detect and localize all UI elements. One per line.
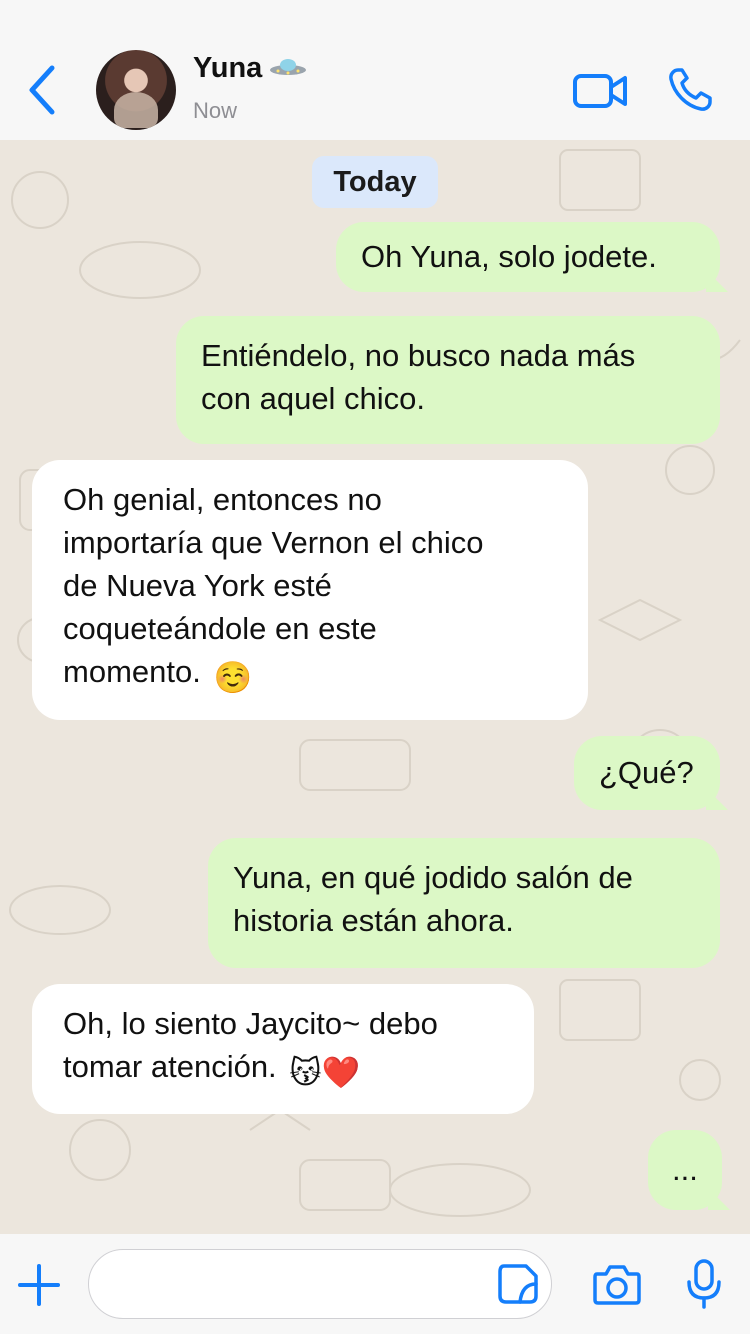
message-input[interactable] bbox=[88, 1249, 552, 1319]
ufo-emoji-icon bbox=[268, 53, 308, 86]
date-separator: Today bbox=[312, 156, 438, 208]
message-line: coqueteándole en este bbox=[63, 611, 377, 646]
message-bubble-outgoing[interactable]: Yuna, en qué jodido salón de historia es… bbox=[208, 838, 720, 968]
phone-icon[interactable] bbox=[666, 66, 714, 114]
message-bubble-outgoing[interactable]: Oh Yuna, solo jodete. bbox=[336, 222, 720, 292]
message-text: ... bbox=[672, 1152, 698, 1187]
message-line: momento. bbox=[63, 654, 201, 689]
message-bubble-incoming[interactable]: Oh, lo siento Jaycito~ debo tomar atenci… bbox=[32, 984, 534, 1114]
message-line: Oh, lo siento Jaycito~ debo bbox=[63, 1006, 438, 1041]
smiling-face-emoji: ☺️ bbox=[213, 660, 253, 695]
message-text: ¿Qué? bbox=[599, 755, 694, 790]
message-text: Oh Yuna, solo jodete. bbox=[361, 239, 657, 274]
kissing-cat-heart-emoji: 😽❤️ bbox=[289, 1055, 361, 1090]
contact-avatar[interactable] bbox=[96, 50, 176, 130]
message-line: tomar atención. bbox=[63, 1049, 277, 1084]
sticker-icon[interactable] bbox=[496, 1262, 540, 1306]
message-line: Oh genial, entonces no bbox=[63, 482, 382, 517]
message-bubble-outgoing[interactable]: ... bbox=[648, 1130, 722, 1210]
video-camera-icon[interactable] bbox=[572, 70, 628, 112]
microphone-icon[interactable] bbox=[684, 1258, 724, 1310]
message-list[interactable]: Today Oh Yuna, solo jodete. Entiéndelo, … bbox=[0, 140, 750, 1234]
message-line: importaría que Vernon el chico bbox=[63, 525, 484, 560]
message-line: historia están ahora. bbox=[233, 903, 514, 938]
message-line: con aquel chico. bbox=[201, 381, 426, 416]
message-line: Yuna, en qué jodido salón de bbox=[233, 860, 633, 895]
plus-icon[interactable] bbox=[16, 1262, 62, 1308]
message-line: de Nueva York esté bbox=[63, 568, 332, 603]
contact-name: Yuna bbox=[193, 52, 263, 84]
camera-icon[interactable] bbox=[592, 1262, 642, 1306]
back-chevron-icon[interactable] bbox=[22, 62, 62, 118]
message-line: Entiéndelo, no busco nada más bbox=[201, 338, 636, 373]
message-line-with-emoji: tomar atención. 😽❤️ bbox=[63, 1045, 534, 1094]
contact-name-row[interactable]: Yuna bbox=[193, 52, 308, 86]
message-bubble-incoming[interactable]: Oh genial, entonces no importaría que Ve… bbox=[32, 460, 588, 720]
chat-header: Yuna Now bbox=[0, 0, 750, 140]
message-bubble-outgoing[interactable]: ¿Qué? bbox=[574, 736, 720, 810]
contact-status: Now bbox=[193, 98, 238, 123]
message-bubble-outgoing[interactable]: Entiéndelo, no busco nada más con aquel … bbox=[176, 316, 720, 444]
message-line-with-emoji: momento. ☺️ bbox=[63, 650, 588, 699]
